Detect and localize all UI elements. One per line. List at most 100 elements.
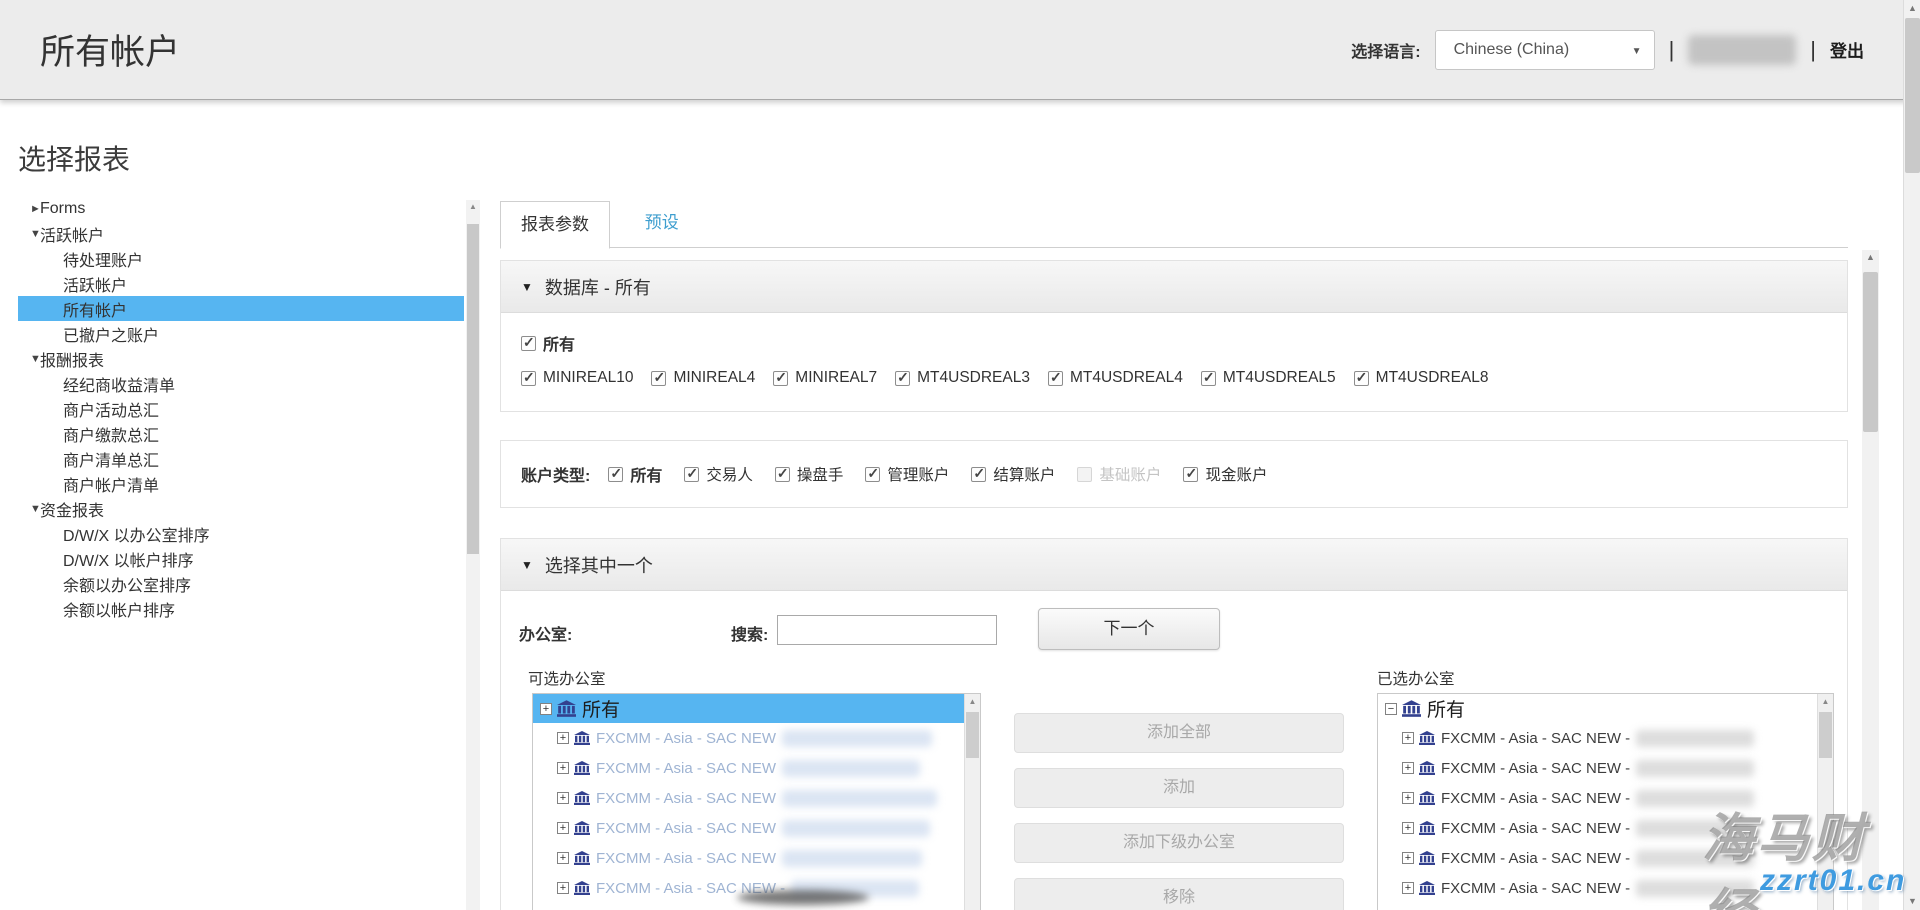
tab-report-parameters[interactable]: 报表参数 [500,201,610,249]
scrollbar-thumb[interactable] [1863,272,1878,432]
add-sub-offices-button[interactable]: 添加下级办公室 [1014,823,1344,863]
db-checkbox-item[interactable]: MINIREAL7 [773,369,877,387]
db-checkbox[interactable] [1201,371,1216,386]
account-type-option[interactable]: 所有 [608,462,662,486]
collapse-minus-icon[interactable] [1385,703,1397,715]
scrollbar-thumb[interactable] [467,224,479,554]
expand-plus-icon[interactable] [1402,762,1414,774]
database-section-header[interactable]: 数据库 - 所有 [501,261,1847,313]
sidebar-item-all-accounts[interactable]: 所有帐户 [18,296,464,321]
db-checkbox[interactable] [651,371,666,386]
expand-plus-icon[interactable] [557,762,569,774]
sidebar-item-dwx-by-office[interactable]: D/W/X 以办公室排序 [18,521,464,546]
expand-plus-icon[interactable] [1402,792,1414,804]
db-checkbox-item[interactable]: MT4USDREAL4 [1048,369,1183,387]
next-button[interactable]: 下一个 [1038,608,1220,650]
db-checkbox-item[interactable]: MINIREAL4 [651,369,755,387]
account-type-checkbox[interactable] [1183,467,1198,482]
scroll-up-icon[interactable] [1904,0,1920,17]
office-row[interactable]: FXCMM - Asia - SAC NEW [533,783,980,813]
expand-plus-icon[interactable] [1402,882,1414,894]
account-type-option[interactable]: 结算账户 [971,463,1055,485]
office-row[interactable]: FXCMM - Asia - SAC NEW [533,813,980,843]
add-all-button[interactable]: 添加全部 [1014,713,1344,753]
available-list-scrollbar[interactable] [964,694,980,910]
tab-presets[interactable]: 预设 [645,200,679,248]
sidebar-group-funds-reports[interactable]: 资金报表 [18,496,464,521]
scroll-up-icon[interactable] [965,697,980,706]
office-root-row[interactable]: 所有 [533,694,980,723]
sidebar-item-pending-accounts[interactable]: 待处理账户 [18,246,464,271]
search-input[interactable] [777,615,997,645]
expand-plus-icon[interactable] [540,703,552,715]
db-checkbox-item[interactable]: MINIREAL10 [521,369,633,387]
expand-plus-icon[interactable] [557,732,569,744]
logout-link[interactable]: 登出 [1830,37,1864,62]
expand-plus-icon[interactable] [557,792,569,804]
office-row[interactable]: FXCMM - Asia - SAC NEW - [1378,843,1833,873]
office-root-row[interactable]: 所有 [1378,694,1833,723]
sidebar-item-merchant-activity-summary[interactable]: 商户活动总汇 [18,396,464,421]
sidebar-item-merchant-list-summary[interactable]: 商户清单总汇 [18,446,464,471]
account-type-checkbox[interactable] [971,467,986,482]
account-type-checkbox[interactable] [608,467,623,482]
selected-list-scrollbar[interactable] [1817,694,1833,910]
expand-plus-icon[interactable] [557,822,569,834]
sidebar-item-merchant-account-list[interactable]: 商户帐户清单 [18,471,464,496]
scrollbar-thumb[interactable] [1819,712,1832,758]
db-checkbox[interactable] [1354,371,1369,386]
content-scrollbar[interactable] [1862,250,1879,910]
db-all-checkbox-item[interactable]: 所有 [521,331,575,355]
account-type-checkbox[interactable] [865,467,880,482]
sidebar-group-compensation-reports[interactable]: 报酬报表 [18,346,464,371]
office-row[interactable]: FXCMM - Asia - SAC NEW [533,723,980,753]
db-all-checkbox[interactable] [521,336,536,351]
expand-plus-icon[interactable] [1402,732,1414,744]
choose-one-section-header[interactable]: 选择其中一个 [501,539,1847,591]
office-row[interactable]: FXCMM - Asia - SAC NEW - [1378,873,1833,903]
expand-plus-icon[interactable] [557,852,569,864]
office-row[interactable]: FXCMM - Asia - SAC NEW [533,753,980,783]
db-checkbox[interactable] [773,371,788,386]
sidebar-item-forms[interactable]: Forms [18,196,464,221]
db-checkbox[interactable] [521,371,536,386]
sidebar-item-active-accounts[interactable]: 活跃帐户 [18,271,464,296]
expand-plus-icon[interactable] [1402,822,1414,834]
sidebar-item-balance-by-office[interactable]: 余额以办公室排序 [18,571,464,596]
sidebar-item-broker-income-list[interactable]: 经纪商收益清单 [18,371,464,396]
db-checkbox-item[interactable]: MT4USDREAL3 [895,369,1030,387]
db-checkbox[interactable] [895,371,910,386]
scroll-up-icon[interactable] [1862,252,1879,262]
scroll-up-icon[interactable] [1818,697,1833,706]
db-checkbox-item[interactable]: MT4USDREAL8 [1354,369,1489,387]
office-row[interactable]: FXCMM - Asia - SAC NEW - [1378,783,1833,813]
scroll-down-icon[interactable] [1904,893,1920,910]
sidebar-item-dwx-by-account[interactable]: D/W/X 以帐户排序 [18,546,464,571]
account-type-option[interactable]: 现金账户 [1183,463,1267,485]
office-row[interactable]: FXCMM - Asia - SAC NEW - [1378,723,1833,753]
account-type-option[interactable]: 操盘手 [775,463,844,485]
account-type-checkbox[interactable] [775,467,790,482]
page-scrollbar[interactable] [1903,0,1920,910]
account-type-option[interactable]: 管理账户 [865,463,949,485]
scrollbar-thumb[interactable] [1905,18,1920,173]
sidebar-group-active-accounts[interactable]: 活跃帐户 [18,221,464,246]
scrollbar-thumb[interactable] [966,712,979,758]
scroll-up-icon[interactable] [466,202,480,211]
db-checkbox-item[interactable]: MT4USDREAL5 [1201,369,1336,387]
remove-button[interactable]: 移除 [1014,878,1344,910]
account-type-option[interactable]: 交易人 [684,463,753,485]
sidebar-item-merchant-payment-summary[interactable]: 商户缴款总汇 [18,421,464,446]
sidebar-item-balance-by-account[interactable]: 余额以帐户排序 [18,596,464,621]
expand-plus-icon[interactable] [1402,852,1414,864]
expand-plus-icon[interactable] [557,882,569,894]
account-type-checkbox[interactable] [684,467,699,482]
add-button[interactable]: 添加 [1014,768,1344,808]
language-select[interactable]: Chinese (China) [1435,30,1655,70]
tree-scrollbar[interactable] [466,200,480,910]
office-row[interactable]: FXCMM - Asia - SAC NEW - [1378,753,1833,783]
office-row[interactable]: FXCMM - Asia - SAC NEW [533,843,980,873]
sidebar-item-closed-accounts[interactable]: 已撤户之账户 [18,321,464,346]
office-row[interactable]: FXCMM - Asia - SAC NEW - [1378,813,1833,843]
db-checkbox[interactable] [1048,371,1063,386]
